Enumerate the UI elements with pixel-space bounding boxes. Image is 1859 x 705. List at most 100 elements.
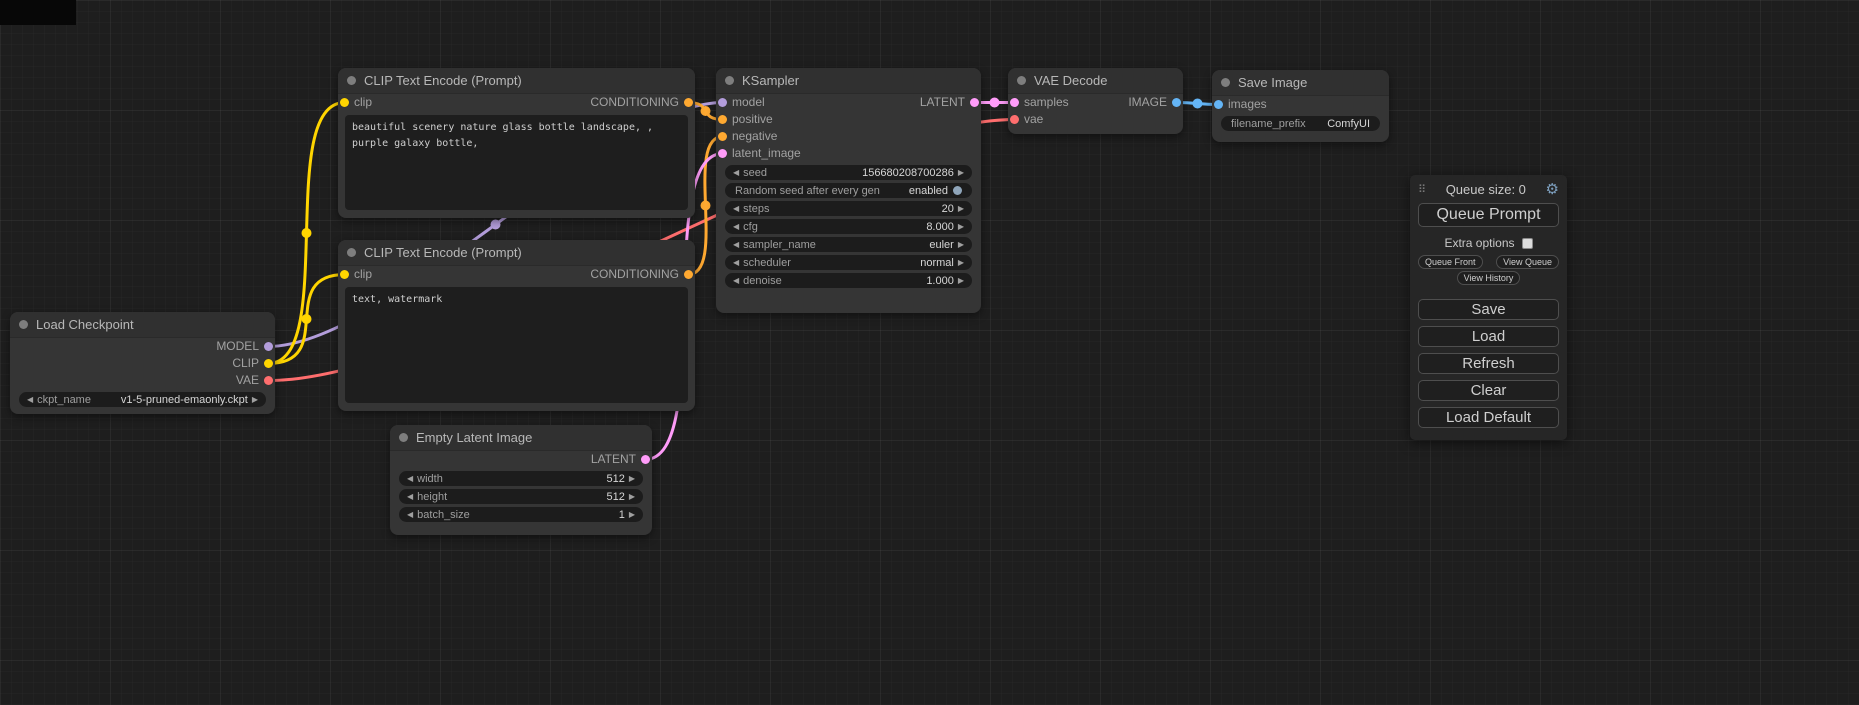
combo-right-icon[interactable]: ▶ [954, 273, 968, 288]
combo-left-icon[interactable]: ◀ [729, 273, 743, 288]
node-clip-text-encode-positive[interactable]: CLIP Text Encode (Prompt) clip CONDITION… [338, 68, 695, 218]
combo-left-icon[interactable]: ◀ [403, 507, 417, 522]
node-header[interactable]: KSampler [716, 68, 981, 94]
combo-left-icon[interactable]: ◀ [403, 489, 417, 504]
collapse-dot-icon[interactable] [1017, 76, 1026, 85]
width-widget[interactable]: ◀ width 512 ▶ [399, 471, 643, 486]
clear-button[interactable]: Clear [1418, 380, 1559, 401]
clip-input-port[interactable] [340, 270, 349, 279]
widget-value: v1-5-pruned-emaonly.ckpt [121, 394, 248, 406]
widget-label: steps [743, 203, 769, 215]
combo-left-icon[interactable]: ◀ [729, 237, 743, 252]
clip-output-port[interactable] [264, 359, 273, 368]
vae-input-port[interactable] [1010, 115, 1019, 124]
combo-right-icon[interactable]: ▶ [954, 255, 968, 270]
latent-output-port[interactable] [970, 98, 979, 107]
collapse-dot-icon[interactable] [725, 76, 734, 85]
batch-size-widget[interactable]: ◀ batch_size 1 ▶ [399, 507, 643, 522]
collapse-dot-icon[interactable] [347, 76, 356, 85]
combo-left-icon[interactable]: ◀ [729, 165, 743, 180]
images-input-port[interactable] [1214, 100, 1223, 109]
combo-right-icon[interactable]: ▶ [625, 489, 639, 504]
view-queue-button[interactable]: View Queue [1496, 255, 1559, 269]
combo-right-icon[interactable]: ▶ [954, 165, 968, 180]
random-seed-toggle-widget[interactable]: Random seed after every gen enabled [725, 183, 972, 198]
sampler-name-widget[interactable]: ◀ sampler_name euler ▶ [725, 237, 972, 252]
widget-label: cfg [743, 221, 758, 233]
collapse-dot-icon[interactable] [347, 248, 356, 257]
image-output-port[interactable] [1172, 98, 1181, 107]
node-save-image[interactable]: Save Image images filename_prefix ComfyU… [1212, 70, 1389, 142]
combo-right-icon[interactable]: ▶ [954, 237, 968, 252]
node-header[interactable]: Save Image [1212, 70, 1389, 96]
negative-input-port[interactable] [718, 132, 727, 141]
slot-label: clip [354, 94, 372, 111]
node-header[interactable]: VAE Decode [1008, 68, 1183, 94]
scheduler-widget[interactable]: ◀ scheduler normal ▶ [725, 255, 972, 270]
node-header[interactable]: Load Checkpoint [10, 312, 275, 338]
prompt-textarea[interactable]: beautiful scenery nature glass bottle la… [345, 115, 688, 210]
extra-options-row: Extra options [1418, 236, 1559, 250]
queue-prompt-button[interactable]: Queue Prompt [1418, 203, 1559, 227]
denoise-widget[interactable]: ◀ denoise 1.000 ▶ [725, 273, 972, 288]
output-slot-latent: LATENT [390, 451, 652, 468]
combo-right-icon[interactable]: ▶ [625, 507, 639, 522]
clip-input-port[interactable] [340, 98, 349, 107]
prompt-textarea[interactable]: text, watermark [345, 287, 688, 403]
collapse-dot-icon[interactable] [399, 433, 408, 442]
combo-left-icon[interactable]: ◀ [729, 255, 743, 270]
load-button[interactable]: Load [1418, 326, 1559, 347]
node-header[interactable]: CLIP Text Encode (Prompt) [338, 240, 695, 266]
node-title: VAE Decode [1034, 73, 1107, 88]
steps-widget[interactable]: ◀ steps 20 ▶ [725, 201, 972, 216]
node-vae-decode[interactable]: VAE Decode samples IMAGE vae [1008, 68, 1183, 134]
combo-right-icon[interactable]: ▶ [625, 471, 639, 486]
positive-input-port[interactable] [718, 115, 727, 124]
cfg-widget[interactable]: ◀ cfg 8.000 ▶ [725, 219, 972, 234]
node-clip-text-encode-negative[interactable]: CLIP Text Encode (Prompt) clip CONDITION… [338, 240, 695, 411]
widget-label: width [417, 473, 443, 485]
conditioning-output-port[interactable] [684, 98, 693, 107]
model-output-port[interactable] [264, 342, 273, 351]
combo-right-icon[interactable]: ▶ [248, 392, 262, 407]
height-widget[interactable]: ◀ height 512 ▶ [399, 489, 643, 504]
combo-right-icon[interactable]: ▶ [954, 219, 968, 234]
samples-input-port[interactable] [1010, 98, 1019, 107]
slot-label: CONDITIONING [590, 94, 679, 111]
node-load-checkpoint[interactable]: Load Checkpoint MODEL CLIP VAE ◀ ckpt_na… [10, 312, 275, 414]
filename-prefix-widget[interactable]: filename_prefix ComfyUI [1221, 116, 1380, 131]
slot-label: VAE [236, 372, 259, 389]
ckpt-name-widget[interactable]: ◀ ckpt_name v1-5-pruned-emaonly.ckpt ▶ [19, 392, 266, 407]
combo-left-icon[interactable]: ◀ [729, 201, 743, 216]
latent-image-input-port[interactable] [718, 149, 727, 158]
collapse-dot-icon[interactable] [1221, 78, 1230, 87]
queue-buttons-row: Queue Front View Queue [1418, 255, 1559, 269]
slot-row: model LATENT [716, 94, 981, 111]
combo-right-icon[interactable]: ▶ [954, 201, 968, 216]
combo-left-icon[interactable]: ◀ [403, 471, 417, 486]
queue-front-button[interactable]: Queue Front [1418, 255, 1483, 269]
refresh-button[interactable]: Refresh [1418, 353, 1559, 374]
load-default-button[interactable]: Load Default [1418, 407, 1559, 428]
vae-output-port[interactable] [264, 376, 273, 385]
collapse-dot-icon[interactable] [19, 320, 28, 329]
view-history-button[interactable]: View History [1457, 271, 1521, 285]
node-header[interactable]: CLIP Text Encode (Prompt) [338, 68, 695, 94]
toggle-dot-icon[interactable] [953, 186, 962, 195]
model-input-port[interactable] [718, 98, 727, 107]
node-empty-latent-image[interactable]: Empty Latent Image LATENT ◀ width 512 ▶ … [390, 425, 652, 535]
slot-label: images [1228, 96, 1267, 113]
seed-widget[interactable]: ◀ seed 156680208700286 ▶ [725, 165, 972, 180]
save-button[interactable]: Save [1418, 299, 1559, 320]
combo-left-icon[interactable]: ◀ [23, 392, 37, 407]
settings-gear-icon[interactable]: ⚙ [1546, 182, 1559, 197]
conditioning-output-port[interactable] [684, 270, 693, 279]
extra-options-checkbox[interactable] [1522, 238, 1533, 249]
output-slot-vae: VAE [10, 372, 275, 389]
combo-left-icon[interactable]: ◀ [729, 219, 743, 234]
drag-handle-icon[interactable]: ⠿ [1418, 183, 1426, 196]
latent-output-port[interactable] [641, 455, 650, 464]
node-title: KSampler [742, 73, 799, 88]
node-ksampler[interactable]: KSampler model LATENT positive negative … [716, 68, 981, 313]
node-header[interactable]: Empty Latent Image [390, 425, 652, 451]
